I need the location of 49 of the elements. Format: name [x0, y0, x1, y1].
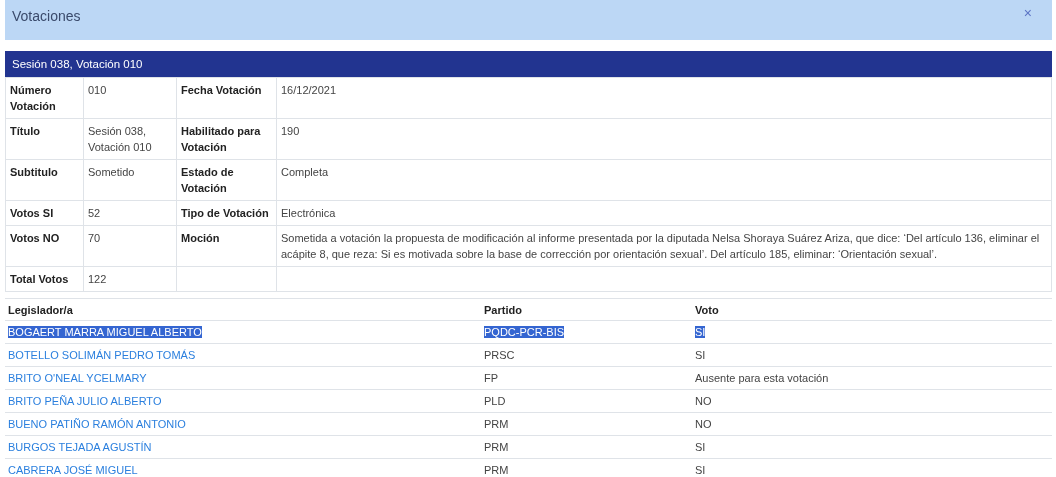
field-value: Sesión 038, Votación 010	[83, 118, 177, 160]
field-value: 70	[83, 225, 177, 267]
field-label: Estado de Votación	[176, 159, 277, 201]
party-text: FP	[484, 372, 499, 384]
field-value: 010	[83, 77, 177, 119]
dialog-title: Votaciones	[12, 8, 81, 24]
legislator-link[interactable]: BOGAERT MARRA MIGUEL ALBERTO	[8, 326, 202, 338]
field-value: Completa	[276, 159, 1052, 201]
field-value: Sometido	[83, 159, 177, 201]
field-label: Votos NO	[5, 225, 84, 267]
party-text: PLD	[484, 395, 506, 407]
field-label: Moción	[176, 225, 277, 267]
legislator-link[interactable]: BOTELLO SOLIMÁN PEDRO TOMÁS	[8, 349, 196, 361]
party-text: PRSC	[484, 349, 515, 361]
column-header: Partido	[481, 298, 692, 321]
field-label: Título	[5, 118, 84, 160]
party-text: PRM	[484, 464, 509, 476]
vote-text: SI	[695, 326, 706, 338]
field-value: 16/12/2021	[276, 77, 1052, 119]
column-header: Legislador/a	[5, 298, 481, 321]
field-label: Total Votos	[5, 266, 84, 292]
field-value: Sometida a votación la propuesta de modificación al informe presentada por la diputada Nelsa Shoraya Suárez Ariza, que dice: ‘Del artículo 136, eliminar el acápite 8, que reza: Si es motivada sobre la base de corrección por orientación sexual’. Del artículo 185, eliminar: ‘Orientación sexual’.	[276, 225, 1052, 267]
legislator-link[interactable]: CABRERA JOSÉ MIGUEL	[8, 464, 138, 476]
close-button[interactable]: ×	[1023, 5, 1032, 21]
panel-header: Sesión 038, Votación 010	[5, 51, 1052, 77]
legislator-link[interactable]: BURGOS TEJADA AGUSTÍN	[8, 441, 152, 453]
legislator-link[interactable]: BUENO PATIÑO RAMÓN ANTONIO	[8, 418, 186, 430]
party-text: PRM	[484, 418, 509, 430]
party-text: PRM	[484, 441, 509, 453]
vote-text: NO	[695, 395, 712, 407]
field-label: Número Votación	[5, 77, 84, 119]
field-value: Electrónica	[276, 200, 1052, 226]
column-header: Voto	[692, 298, 1052, 321]
field-label: Fecha Votación	[176, 77, 277, 119]
field-label: Votos SI	[5, 200, 84, 226]
legislator-link[interactable]: BRITO PEÑA JULIO ALBERTO	[8, 395, 162, 407]
vote-text: NO	[695, 418, 712, 430]
field-label: Tipo de Votación	[176, 200, 277, 226]
field-label: Habilitado para Votación	[176, 118, 277, 160]
field-label: Subtitulo	[5, 159, 84, 201]
party-text: PQDC-PCR-BIS	[484, 326, 565, 338]
vote-text: Ausente para esta votación	[695, 372, 829, 384]
vote-text: SI	[695, 464, 706, 476]
vote-text: SI	[695, 349, 706, 361]
legislator-link[interactable]: BRITO O'NEAL YCELMARY	[8, 372, 147, 384]
field-value: 52	[83, 200, 177, 226]
vote-text: SI	[695, 441, 706, 453]
field-value: 122	[83, 266, 177, 292]
field-value: 190	[276, 118, 1052, 160]
